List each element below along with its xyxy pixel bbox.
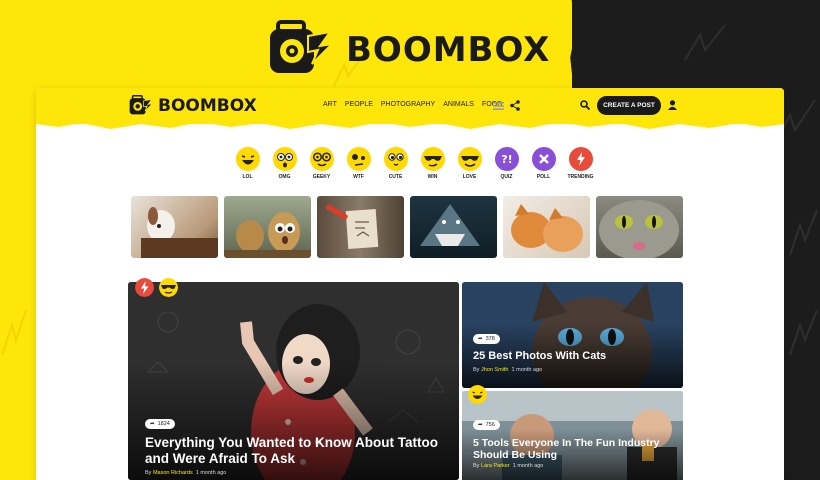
create-post-button[interactable]: CREATE A POST <box>597 96 661 115</box>
menu-item-animals[interactable]: ANIMALS <box>443 101 474 108</box>
site-logo-text: BOOMBOX <box>158 96 257 116</box>
side-post-cats[interactable]: ➦ 378 25 Best Photos With Cats By Jhon Sm… <box>462 282 683 388</box>
shocked-face-icon <box>272 147 297 171</box>
laughing-face-icon <box>235 147 260 171</box>
post-author[interactable]: Mason Richards <box>153 470 193 476</box>
potatoes-photo[interactable] <box>224 196 311 258</box>
post-time: 1 month ago <box>195 470 227 476</box>
share-count-badge: ➦ 1824 <box>145 419 175 429</box>
cat-face-photo[interactable] <box>596 196 683 258</box>
share-count: 756 <box>485 422 495 428</box>
share-count: 378 <box>485 336 495 342</box>
featured-post-title[interactable]: Everything You Wanted to Know About Tatt… <box>145 435 445 467</box>
post-time: 1 month ago <box>512 463 544 469</box>
reaction-label: TRENDING <box>567 174 594 180</box>
reaction-label: GEEKY <box>312 174 331 180</box>
boombox-icon <box>270 20 334 73</box>
side-post-title[interactable]: 25 Best Photos With Cats <box>473 350 673 363</box>
sunglasses-face-icon <box>420 147 445 171</box>
cute-face-icon <box>383 147 408 171</box>
shark-illustration[interactable] <box>410 196 497 258</box>
share-arrow-icon: ➦ <box>150 421 155 427</box>
reaction-label: LOL <box>242 174 253 180</box>
hero-logo-text: BOOMBOX <box>346 30 551 70</box>
confused-face-icon <box>346 147 371 171</box>
post-time: 1 month ago <box>511 367 543 373</box>
quiz-icon: ?! <box>494 147 519 171</box>
hero-logo: BOOMBOX <box>268 18 550 82</box>
reaction-label: QUIZ <box>500 174 513 180</box>
zigzag-decoration <box>1 309 27 356</box>
featured-post[interactable]: ➦ 1824 Everything You Wanted to Know Abou… <box>128 282 459 480</box>
reactions-bar: LOL OMG GEEKY WTF CUTE WIN LOVE ?! QUIZ <box>229 147 599 180</box>
share-arrow-icon: ➦ <box>478 336 483 342</box>
zigzag-decoration <box>789 209 818 256</box>
reaction-label: POLL <box>536 174 551 180</box>
side-post-title[interactable]: 5 Tools Everyone In The Fun Industry Sho… <box>473 437 673 461</box>
reaction-label: LOVE <box>462 174 477 180</box>
trending-badge-icon <box>135 278 154 297</box>
by-label: By <box>473 367 480 373</box>
boombox-icon <box>129 95 154 115</box>
lol-badge-icon <box>468 385 487 404</box>
reaction-label: CUTE <box>388 174 403 180</box>
user-icon[interactable] <box>668 100 677 110</box>
nerd-face-icon <box>309 147 334 171</box>
menu-item-art[interactable]: ART <box>323 101 337 108</box>
lost-cat-sign-photo[interactable] <box>317 196 404 258</box>
featured-post-meta: By Mason Richards 1 month ago <box>145 470 226 476</box>
search-icon[interactable] <box>580 100 590 110</box>
site-preview: BOOMBOX ART PEOPLE PHOTOGRAPHY ANIMALS F… <box>36 88 784 480</box>
zigzag-decoration <box>789 309 818 356</box>
reaction-cute[interactable]: CUTE <box>377 147 414 180</box>
reaction-geeky[interactable]: GEEKY <box>303 147 340 180</box>
side-post-meta: By Jhon Smith 1 month ago <box>473 367 542 373</box>
win-badge-icon <box>159 278 178 297</box>
by-label: By <box>145 470 152 476</box>
reaction-omg[interactable]: OMG <box>266 147 303 180</box>
menu-item-photography[interactable]: PHOTOGRAPHY <box>381 101 435 108</box>
cats-photo[interactable] <box>503 196 590 258</box>
post-author[interactable]: Jhon Smith <box>481 367 509 373</box>
share-arrow-icon: ➦ <box>478 422 483 428</box>
reaction-trending[interactable]: TRENDING <box>562 147 599 180</box>
post-author[interactable]: Lara Parker <box>481 463 510 469</box>
reaction-label: OMG <box>278 174 291 180</box>
zigzag-decoration <box>684 24 726 61</box>
reaction-lol[interactable]: LOL <box>229 147 266 180</box>
menu-item-people[interactable]: PEOPLE <box>345 101 373 108</box>
reaction-love[interactable]: LOVE <box>451 147 488 180</box>
site-logo[interactable]: BOOMBOX <box>128 95 257 117</box>
svg-text:?!: ?! <box>501 153 512 166</box>
hamburger-icon[interactable] <box>493 102 504 110</box>
share-count-badge: ➦ 378 <box>473 334 500 344</box>
reaction-quiz[interactable]: ?! QUIZ <box>488 147 525 180</box>
share-count: 1824 <box>157 421 170 427</box>
category-thumbnails <box>131 196 683 258</box>
poll-icon <box>531 147 556 171</box>
lightning-icon <box>568 147 593 171</box>
reaction-poll[interactable]: POLL <box>525 147 562 180</box>
reaction-label: WTF <box>353 174 364 180</box>
share-icon[interactable] <box>510 100 520 111</box>
share-count-badge: ➦ 756 <box>473 420 500 430</box>
reaction-win[interactable]: WIN <box>414 147 451 180</box>
by-label: By <box>473 463 480 469</box>
main-menu: ART PEOPLE PHOTOGRAPHY ANIMALS FOOD <box>323 101 502 108</box>
reaction-wtf[interactable]: WTF <box>340 147 377 180</box>
top-navigation-bar: BOOMBOX ART PEOPLE PHOTOGRAPHY ANIMALS F… <box>36 88 784 129</box>
side-post-meta: By Lara Parker 1 month ago <box>473 463 543 469</box>
dog-photo[interactable] <box>131 196 218 258</box>
reaction-label: WIN <box>427 174 438 180</box>
side-post-tools[interactable]: ➦ 756 5 Tools Everyone In The Fun Industr… <box>462 391 683 480</box>
heart-eyes-face-icon <box>457 147 482 171</box>
